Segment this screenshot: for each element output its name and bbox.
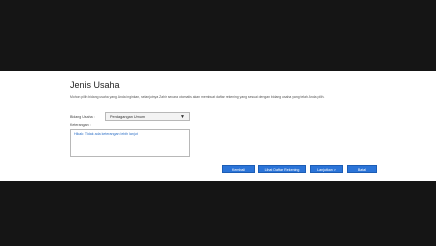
back-button[interactable]: Kembali (222, 165, 255, 173)
keterangan-label: Keterangan : (70, 123, 91, 127)
dark-overlay-top (0, 0, 436, 71)
dialog-title: Jenis Usaha (70, 80, 120, 90)
bidang-usaha-label: Bidang Usaha : (70, 115, 95, 119)
bidang-usaha-select[interactable]: Perdagangan Umum ▼ (105, 112, 190, 121)
keterangan-text: Hikak: Tidak ada keterangan lebih lanjut (74, 132, 138, 136)
bidang-usaha-value: Perdagangan Umum (110, 115, 146, 119)
dark-overlay-bottom (0, 181, 436, 246)
cancel-button[interactable]: Batal (347, 165, 377, 173)
keterangan-textarea[interactable]: Hikak: Tidak ada keterangan lebih lanjut (70, 129, 190, 157)
dialog-description: Mohon pilih bidang usaha yang Anda ingin… (70, 95, 325, 99)
jenis-usaha-dialog: Jenis Usaha Mohon pilih bidang usaha yan… (0, 71, 436, 181)
view-accounts-button[interactable]: Lihat Daftar Rekening (258, 165, 306, 173)
next-button[interactable]: Lanjutkan > (310, 165, 343, 173)
chevron-down-icon: ▼ (180, 114, 185, 120)
